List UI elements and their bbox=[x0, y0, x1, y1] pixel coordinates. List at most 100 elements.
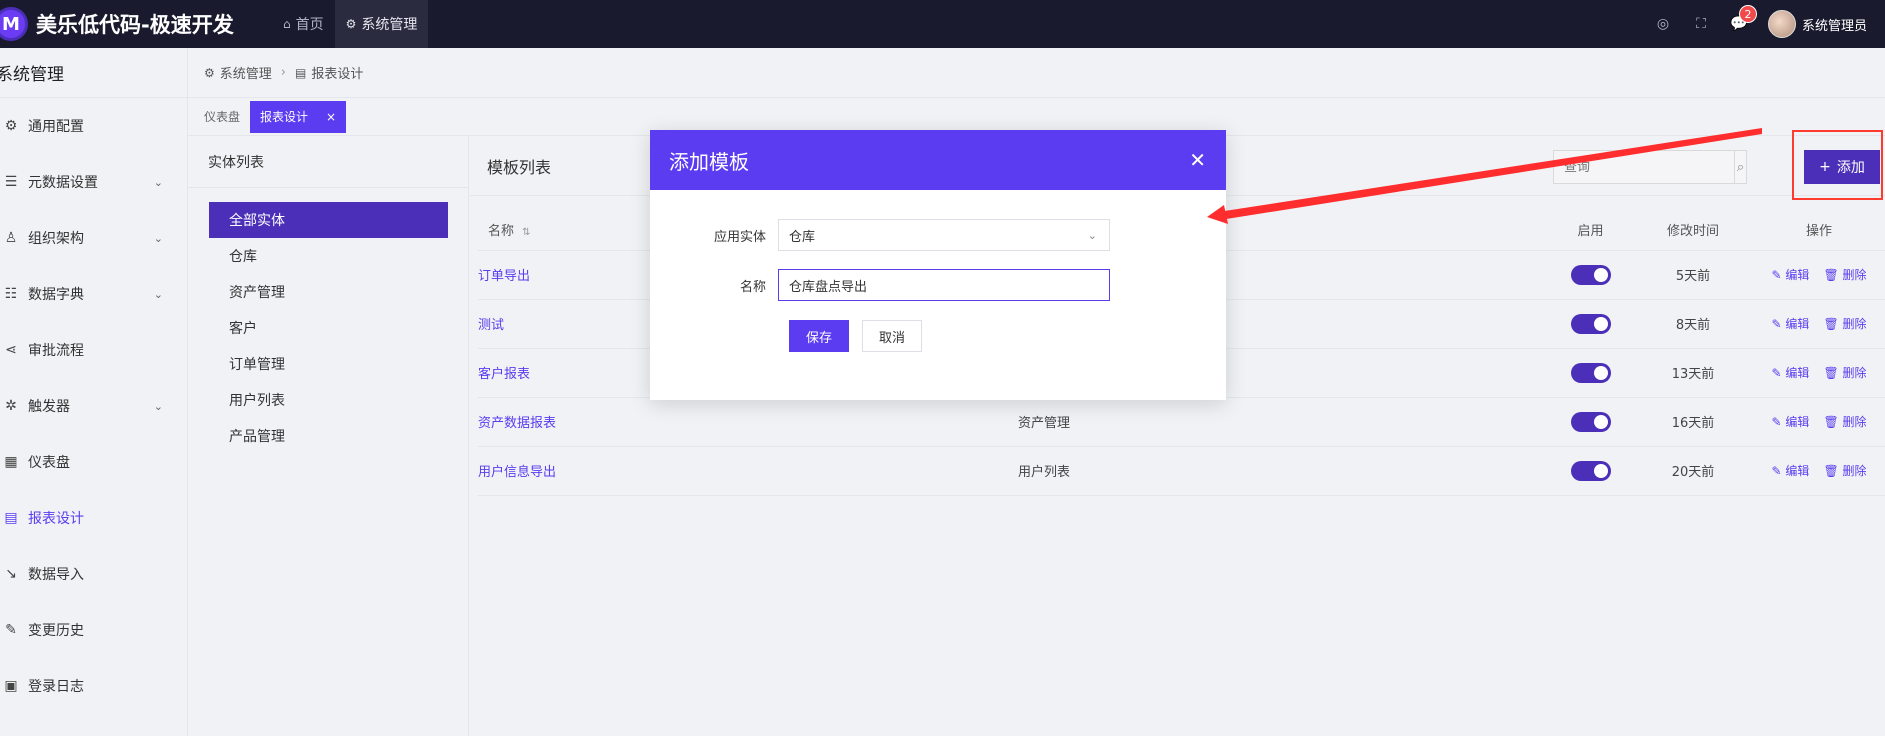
enabled-toggle[interactable] bbox=[1570, 313, 1611, 334]
entity-panel-title: 实体列表 bbox=[188, 136, 468, 188]
enabled-cell bbox=[1548, 299, 1633, 349]
edit-button[interactable]: ✎ 编辑 bbox=[1771, 317, 1809, 331]
name-field-row: 名称 bbox=[650, 269, 1226, 301]
sidebar-item-metadata[interactable]: ☰ 元数据设置 ⌄ bbox=[0, 154, 187, 210]
sidebar-item-label: 数据字典 bbox=[28, 287, 84, 303]
sidebar-item-report-design[interactable]: ▤ 报表设计 bbox=[0, 490, 187, 546]
fullscreen-icon[interactable]: ⛶ bbox=[1692, 15, 1710, 33]
edit-icon: ✎ bbox=[5, 622, 17, 638]
enabled-toggle[interactable] bbox=[1570, 362, 1611, 383]
modified-time: 13天前 bbox=[1633, 348, 1753, 398]
entity-item-users[interactable]: 用户列表 bbox=[209, 382, 448, 418]
app-logo[interactable]: M 美乐低代码-极速开发 bbox=[0, 0, 272, 48]
edit-button[interactable]: ✎ 编辑 bbox=[1771, 464, 1809, 478]
delete-button[interactable]: 🗑 删除 bbox=[1823, 464, 1866, 478]
topnav-home[interactable]: ⌂ 首页 bbox=[272, 0, 335, 48]
delete-label: 删除 bbox=[1842, 317, 1867, 331]
user-menu[interactable]: 系统管理员 bbox=[1767, 10, 1867, 38]
entity-item-all[interactable]: 全部实体 bbox=[209, 202, 448, 238]
tab-label: 报表设计 bbox=[260, 110, 309, 124]
enabled-toggle[interactable] bbox=[1570, 460, 1611, 481]
gear-icon: ⚙ bbox=[4, 118, 18, 134]
close-icon[interactable]: ✕ bbox=[1189, 148, 1206, 172]
delete-label: 删除 bbox=[1842, 268, 1867, 282]
entity-list: 全部实体 仓库 资产管理 客户 订单管理 用户列表 产品管理 bbox=[188, 188, 468, 454]
chevron-down-icon: ⌄ bbox=[153, 287, 163, 301]
notification-badge: 2 bbox=[1738, 5, 1757, 23]
delete-button[interactable]: 🗑 删除 bbox=[1823, 268, 1866, 282]
tab-report-design[interactable]: 报表设计 × bbox=[250, 100, 347, 133]
sidebar-item-dictionary[interactable]: ☷ 数据字典 ⌄ bbox=[0, 266, 187, 322]
sidebar-item-import[interactable]: ↘ 数据导入 bbox=[0, 546, 187, 602]
message-icon[interactable]: 💬 2 bbox=[1730, 5, 1757, 33]
sidebar-item-label: 报表设计 bbox=[28, 511, 84, 527]
app-title: 美乐低代码-极速开发 bbox=[36, 13, 234, 37]
topnav-system[interactable]: ⚙ 系统管理 bbox=[334, 0, 429, 48]
save-button[interactable]: 保存 bbox=[789, 320, 849, 352]
sidebar-item-login-log[interactable]: ▣ 登录日志 bbox=[0, 658, 187, 714]
breadcrumb-current: 报表设计 bbox=[311, 67, 364, 82]
enabled-toggle[interactable] bbox=[1570, 264, 1611, 285]
ops-cell: ✎ 编辑 🗑 删除 bbox=[1753, 397, 1885, 447]
chevron-down-icon: ⌄ bbox=[153, 175, 163, 189]
enabled-toggle[interactable] bbox=[1570, 411, 1611, 432]
entity-item-customer[interactable]: 客户 bbox=[209, 310, 448, 346]
sidebar-item-dashboard[interactable]: ▦ 仪表盘 bbox=[0, 434, 187, 490]
gear-icon: ⚙ bbox=[204, 65, 215, 80]
delete-label: 删除 bbox=[1842, 366, 1867, 380]
enabled-cell bbox=[1548, 397, 1633, 447]
sidebar-item-general-config[interactable]: ⚙ 通用配置 bbox=[0, 98, 187, 154]
column-modified: 修改时间 bbox=[1633, 210, 1753, 251]
sidebar-item-history[interactable]: ✎ 变更历史 bbox=[0, 602, 187, 658]
entity-panel: 实体列表 全部实体 仓库 资产管理 客户 订单管理 用户列表 产品管理 bbox=[188, 136, 469, 736]
template-entity: 资产管理 bbox=[1018, 397, 1548, 447]
delete-button[interactable]: 🗑 删除 bbox=[1823, 317, 1866, 331]
search-input[interactable] bbox=[1554, 151, 1734, 183]
entity-field-row: 应用实体 仓库 ⌄ bbox=[650, 219, 1226, 251]
edit-button[interactable]: ✎ 编辑 bbox=[1771, 268, 1809, 282]
search-icon[interactable]: ⌕ bbox=[1734, 151, 1746, 183]
name-input[interactable] bbox=[789, 277, 1109, 293]
dialog-header: 添加模板 ✕ bbox=[650, 130, 1226, 190]
tab-dashboard[interactable]: 仪表盘 bbox=[194, 101, 250, 133]
logo-icon: M bbox=[0, 7, 28, 41]
sidebar-item-approval[interactable]: ⋖ 审批流程 bbox=[0, 322, 187, 378]
modified-time: 8天前 bbox=[1633, 299, 1753, 349]
entity-select[interactable]: 仓库 ⌄ bbox=[778, 219, 1110, 251]
user-name: 系统管理员 bbox=[1801, 18, 1867, 34]
sidebar-item-label: 数据导入 bbox=[28, 567, 84, 583]
name-field-wrapper bbox=[778, 269, 1110, 301]
edit-label: 编辑 bbox=[1785, 366, 1810, 380]
edit-button[interactable]: ✎ 编辑 bbox=[1771, 366, 1809, 380]
sidebar-item-organization[interactable]: ♙ 组织架构 ⌄ bbox=[0, 210, 187, 266]
sort-icon[interactable]: ⇅ bbox=[522, 227, 530, 238]
theme-icon[interactable]: ◎ bbox=[1654, 15, 1672, 33]
close-icon[interactable]: × bbox=[326, 110, 336, 124]
template-name[interactable]: 资产数据报表 bbox=[478, 397, 1018, 447]
top-nav: ⌂ 首页 ⚙ 系统管理 bbox=[272, 0, 429, 48]
edit-label: 编辑 bbox=[1785, 415, 1810, 429]
delete-button[interactable]: 🗑 删除 bbox=[1823, 366, 1866, 380]
home-icon: ⌂ bbox=[283, 17, 291, 31]
delete-button[interactable]: 🗑 删除 bbox=[1823, 415, 1866, 429]
sidebar-item-trigger[interactable]: ✲ 触发器 ⌄ bbox=[0, 378, 187, 434]
enabled-cell bbox=[1548, 348, 1633, 398]
entity-item-orders[interactable]: 订单管理 bbox=[209, 346, 448, 382]
cancel-button[interactable]: 取消 bbox=[862, 320, 922, 352]
entity-item-assets[interactable]: 资产管理 bbox=[209, 274, 448, 310]
sidebar-item-label: 通用配置 bbox=[28, 119, 84, 135]
edit-button[interactable]: ✎ 编辑 bbox=[1771, 415, 1809, 429]
report-icon: ▤ bbox=[294, 65, 307, 80]
chevron-right-icon: › bbox=[280, 65, 286, 80]
entity-item-products[interactable]: 产品管理 bbox=[209, 418, 448, 454]
share-icon: ⋖ bbox=[5, 342, 17, 358]
sidebar-item-label: 仪表盘 bbox=[28, 455, 70, 471]
sidebar: 系统管理 ⚙ 通用配置 ☰ 元数据设置 ⌄ ♙ 组织架构 ⌄ ☷ 数据字典 ⌄ … bbox=[0, 48, 188, 736]
top-right-tools: ◎ ⛶ 💬 2 系统管理员 bbox=[1654, 0, 1867, 48]
template-name[interactable]: 用户信息导出 bbox=[478, 446, 1018, 496]
breadcrumb: ⚙ 系统管理 › ▤ 报表设计 bbox=[188, 48, 1885, 98]
entity-item-warehouse[interactable]: 仓库 bbox=[209, 238, 448, 274]
edit-label: 编辑 bbox=[1785, 464, 1810, 478]
sidebar-item-label: 触发器 bbox=[28, 399, 70, 415]
breadcrumb-root[interactable]: 系统管理 bbox=[220, 63, 272, 82]
